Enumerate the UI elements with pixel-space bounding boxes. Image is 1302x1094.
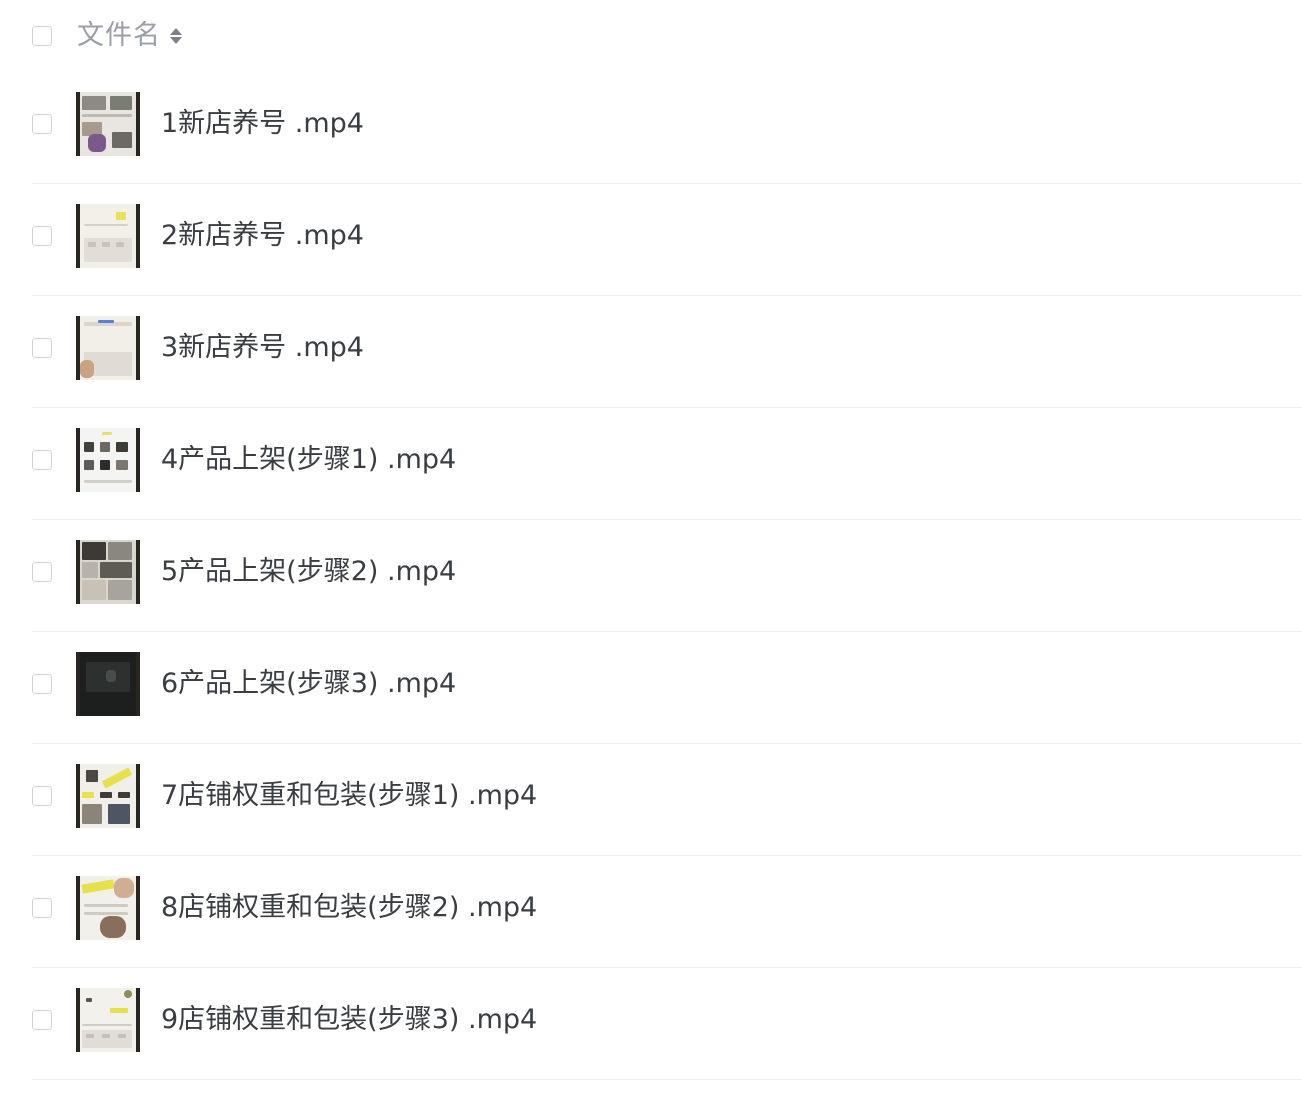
file-list: 文件名 1新店养号 .mp4 2新店养号 .mp4 3新店养号 .mp4 4产品… — [0, 0, 1302, 1080]
file-row[interactable]: 6产品上架(步骤3) .mp4 — [0, 632, 1302, 744]
row-checkbox[interactable] — [32, 1010, 52, 1030]
select-all-checkbox[interactable] — [32, 26, 52, 46]
video-thumbnail-icon — [76, 988, 140, 1052]
row-checkbox[interactable] — [32, 338, 52, 358]
video-thumbnail-icon — [76, 316, 140, 380]
row-checkbox[interactable] — [32, 114, 52, 134]
file-name[interactable]: 4产品上架(步骤1) .mp4 — [161, 442, 456, 478]
file-row[interactable]: 9店铺权重和包装(步骤3) .mp4 — [0, 968, 1302, 1080]
sort-icon[interactable] — [170, 23, 182, 49]
file-name[interactable]: 1新店养号 .mp4 — [161, 106, 364, 142]
file-row[interactable]: 8店铺权重和包装(步骤2) .mp4 — [0, 856, 1302, 968]
row-checkbox[interactable] — [32, 450, 52, 470]
file-row[interactable]: 3新店养号 .mp4 — [0, 296, 1302, 408]
file-name[interactable]: 2新店养号 .mp4 — [161, 218, 364, 254]
video-thumbnail-icon — [76, 540, 140, 604]
file-name[interactable]: 6产品上架(步骤3) .mp4 — [161, 666, 456, 702]
row-checkbox[interactable] — [32, 226, 52, 246]
file-name[interactable]: 8店铺权重和包装(步骤2) .mp4 — [161, 890, 537, 926]
video-thumbnail-icon — [76, 92, 140, 156]
file-row[interactable]: 2新店养号 .mp4 — [0, 184, 1302, 296]
video-thumbnail-icon — [76, 652, 140, 716]
file-row[interactable]: 1新店养号 .mp4 — [0, 72, 1302, 184]
video-thumbnail-icon — [76, 876, 140, 940]
row-checkbox[interactable] — [32, 674, 52, 694]
file-name[interactable]: 5产品上架(步骤2) .mp4 — [161, 554, 456, 590]
file-row[interactable]: 5产品上架(步骤2) .mp4 — [0, 520, 1302, 632]
list-header: 文件名 — [0, 0, 1302, 72]
video-thumbnail-icon — [76, 204, 140, 268]
video-thumbnail-icon — [76, 764, 140, 828]
file-name[interactable]: 3新店养号 .mp4 — [161, 330, 364, 366]
column-header-label: 文件名 — [77, 20, 161, 51]
file-row[interactable]: 4产品上架(步骤1) .mp4 — [0, 408, 1302, 520]
file-name[interactable]: 9店铺权重和包装(步骤3) .mp4 — [161, 1002, 537, 1038]
file-row[interactable]: 7店铺权重和包装(步骤1) .mp4 — [0, 744, 1302, 856]
row-checkbox[interactable] — [32, 786, 52, 806]
column-header-filename[interactable]: 文件名 — [77, 18, 182, 54]
video-thumbnail-icon — [76, 428, 140, 492]
row-checkbox[interactable] — [32, 898, 52, 918]
file-name[interactable]: 7店铺权重和包装(步骤1) .mp4 — [161, 778, 537, 814]
row-checkbox[interactable] — [32, 562, 52, 582]
